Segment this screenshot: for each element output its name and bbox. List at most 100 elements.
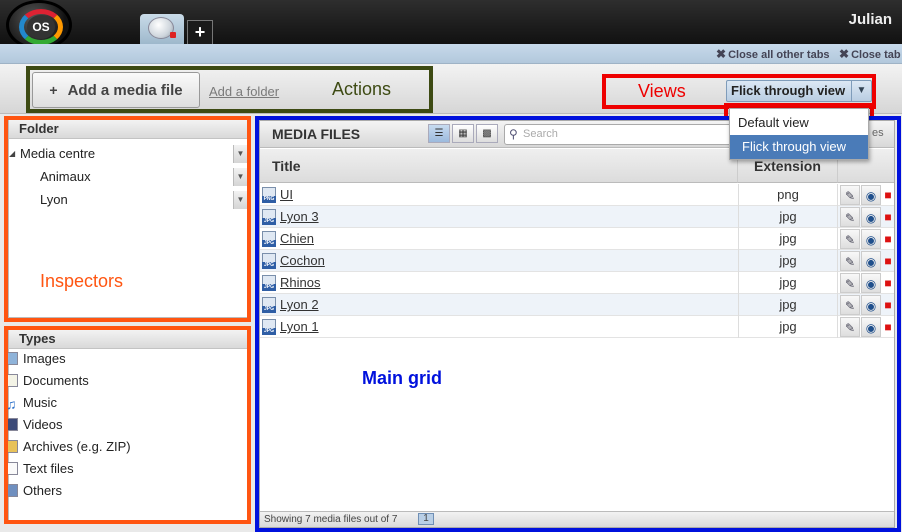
view-icon[interactable]: ◉ bbox=[861, 185, 881, 205]
edit-icon[interactable]: ✎ bbox=[840, 185, 860, 205]
table-row[interactable]: JPG Cochon jpg ✎ ◉ ■ bbox=[260, 250, 894, 272]
folder-menu-icon[interactable]: ▼ bbox=[233, 145, 247, 163]
delete-icon[interactable]: ■ bbox=[882, 185, 894, 205]
small-grid-view-icon[interactable]: ▦ bbox=[452, 124, 474, 143]
folder-label: Animaux bbox=[40, 169, 91, 184]
edit-icon[interactable]: ✎ bbox=[840, 207, 860, 227]
page-button[interactable]: 1 bbox=[418, 513, 434, 525]
table-row[interactable]: PNG UI png ✎ ◉ ■ bbox=[260, 184, 894, 206]
file-extension: jpg bbox=[738, 228, 838, 250]
type-documents[interactable]: Documents bbox=[6, 370, 89, 392]
file-extension: jpg bbox=[738, 250, 838, 272]
add-tab-button[interactable]: + bbox=[187, 20, 213, 44]
type-label: Videos bbox=[23, 417, 63, 432]
type-others[interactable]: Others bbox=[6, 480, 62, 502]
actions-annotation: Actions bbox=[332, 79, 392, 99]
tree-expand-icon[interactable]: ◢ bbox=[9, 143, 15, 165]
delete-icon[interactable]: ■ bbox=[882, 207, 894, 227]
app-logo[interactable]: OS bbox=[6, 0, 72, 50]
table-row[interactable]: JPG Chien jpg ✎ ◉ ■ bbox=[260, 228, 894, 250]
folder-item-lyon[interactable]: Lyon ▼ bbox=[9, 189, 247, 211]
table-row[interactable]: JPG Lyon 1 jpg ✎ ◉ ■ bbox=[260, 316, 894, 338]
image-icon bbox=[6, 352, 18, 365]
file-type-tag: JPG bbox=[262, 262, 276, 269]
jpg-file-icon: JPG bbox=[262, 209, 276, 225]
view-icon[interactable]: ◉ bbox=[861, 273, 881, 293]
edit-icon[interactable]: ✎ bbox=[840, 317, 860, 337]
view-option-default[interactable]: Default view bbox=[730, 111, 868, 135]
logo-text: OS bbox=[27, 15, 55, 39]
type-videos[interactable]: Videos bbox=[6, 414, 63, 436]
tab-indicator-icon bbox=[170, 32, 176, 38]
tab-home[interactable] bbox=[140, 14, 184, 44]
type-images[interactable]: Images bbox=[6, 348, 66, 370]
jpg-file-icon: JPG bbox=[262, 319, 276, 335]
delete-icon[interactable]: ■ bbox=[882, 229, 894, 249]
view-select-value: Flick through view bbox=[731, 83, 846, 98]
top-bar: OS + Julian bbox=[0, 0, 902, 50]
view-option-flick-through[interactable]: Flick through view bbox=[730, 135, 868, 159]
view-icon[interactable]: ◉ bbox=[861, 317, 881, 337]
file-title-link[interactable]: Lyon 2 bbox=[280, 294, 319, 316]
file-title-link[interactable]: Rhinos bbox=[280, 272, 320, 294]
folder-menu-icon[interactable]: ▼ bbox=[233, 191, 247, 209]
type-archives[interactable]: Archives (e.g. ZIP) bbox=[6, 436, 131, 458]
jpg-file-icon: JPG bbox=[262, 253, 276, 269]
file-title-link[interactable]: Cochon bbox=[280, 250, 325, 272]
view-icon[interactable]: ◉ bbox=[861, 207, 881, 227]
delete-icon[interactable]: ■ bbox=[882, 251, 894, 271]
folder-menu-icon[interactable]: ▼ bbox=[233, 168, 247, 186]
edit-icon[interactable]: ✎ bbox=[840, 251, 860, 271]
edit-icon[interactable]: ✎ bbox=[840, 295, 860, 315]
view-icon[interactable]: ◉ bbox=[861, 295, 881, 315]
folder-item-media-centre[interactable]: ◢ Media centre ▼ bbox=[9, 143, 247, 165]
add-media-file-label: Add a media file bbox=[67, 82, 183, 99]
delete-icon[interactable]: ■ bbox=[882, 273, 894, 293]
folder-item-animaux[interactable]: Animaux ▼ bbox=[9, 166, 247, 188]
file-title-link[interactable]: Chien bbox=[280, 228, 314, 250]
close-all-other-tabs-label: Close all other tabs bbox=[728, 49, 830, 61]
list-view-icon[interactable]: ☰ bbox=[428, 124, 450, 143]
search-input[interactable]: ⚲ Search bbox=[504, 124, 740, 145]
table-row[interactable]: JPG Lyon 2 jpg ✎ ◉ ■ bbox=[260, 294, 894, 316]
file-title-link[interactable]: Lyon 1 bbox=[280, 316, 319, 338]
tabs-bar: ✖ Close all other tabs ✖ Close tab bbox=[0, 44, 902, 64]
large-grid-view-icon[interactable]: ▩ bbox=[476, 124, 498, 143]
close-tab-link[interactable]: ✖ Close tab bbox=[839, 47, 901, 61]
archive-icon bbox=[6, 440, 18, 453]
chevron-down-icon[interactable]: ▼ bbox=[851, 81, 871, 101]
edit-icon[interactable]: ✎ bbox=[840, 229, 860, 249]
file-type-tag: JPG bbox=[262, 328, 276, 335]
file-type-tag: JPG bbox=[262, 306, 276, 313]
type-label: Others bbox=[23, 483, 63, 498]
view-icon[interactable]: ◉ bbox=[861, 229, 881, 249]
add-media-file-button[interactable]: + Add a media file bbox=[32, 72, 200, 108]
view-select[interactable]: Flick through view ▼ bbox=[726, 80, 872, 102]
search-icon: ⚲ bbox=[509, 127, 518, 141]
file-title-link[interactable]: Lyon 3 bbox=[280, 206, 319, 228]
jpg-file-icon: JPG bbox=[262, 231, 276, 247]
file-type-tag: JPG bbox=[262, 240, 276, 247]
username[interactable]: Julian bbox=[849, 11, 892, 28]
file-type-tag: PNG bbox=[262, 196, 276, 203]
file-extension: png bbox=[738, 184, 838, 206]
column-title[interactable]: Title bbox=[260, 149, 738, 183]
view-icon[interactable]: ◉ bbox=[861, 251, 881, 271]
file-title-link[interactable]: UI bbox=[280, 184, 293, 206]
delete-icon[interactable]: ■ bbox=[882, 295, 894, 315]
table-row[interactable]: JPG Rhinos jpg ✎ ◉ ■ bbox=[260, 272, 894, 294]
close-all-other-tabs-link[interactable]: ✖ Close all other tabs bbox=[716, 47, 830, 61]
delete-icon[interactable]: ■ bbox=[882, 317, 894, 337]
media-grid: MEDIA FILES ☰ ▦ ▩ ⚲ Search es Title Exte… bbox=[259, 120, 895, 528]
grid-title: MEDIA FILES bbox=[272, 126, 361, 142]
add-folder-link[interactable]: Add a folder bbox=[209, 84, 279, 99]
views-annotation: Views bbox=[638, 81, 686, 101]
table-row[interactable]: JPG Lyon 3 jpg ✎ ◉ ■ bbox=[260, 206, 894, 228]
close-icon: ✖ bbox=[716, 47, 727, 61]
type-music[interactable]: ♫ Music bbox=[6, 392, 57, 414]
type-text-files[interactable]: Text files bbox=[6, 458, 74, 480]
edit-icon[interactable]: ✎ bbox=[840, 273, 860, 293]
jpg-file-icon: JPG bbox=[262, 275, 276, 291]
search-trailing-text: es bbox=[872, 127, 884, 139]
folder-label: Lyon bbox=[40, 192, 68, 207]
